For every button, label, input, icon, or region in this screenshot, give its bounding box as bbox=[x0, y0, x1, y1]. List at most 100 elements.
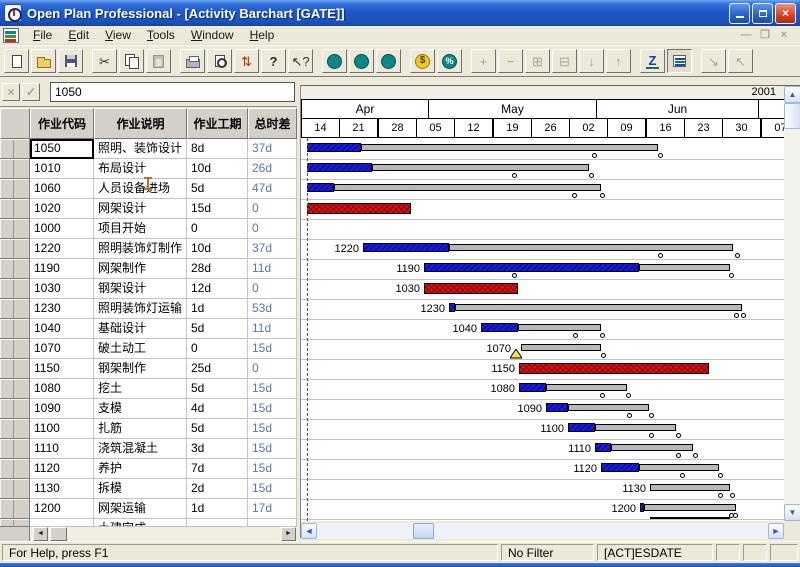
scrollbar-thumb[interactable] bbox=[50, 527, 67, 541]
gantt-bar-early[interactable] bbox=[363, 243, 449, 252]
cell-duration[interactable]: 4d bbox=[187, 399, 248, 419]
cell-total-float[interactable]: 0 bbox=[248, 279, 297, 299]
row-header[interactable] bbox=[0, 319, 30, 339]
chart-scroll-right-button[interactable]: ► bbox=[768, 523, 784, 539]
open-button[interactable] bbox=[31, 49, 56, 73]
network-view-button[interactable]: Z bbox=[640, 49, 665, 73]
menu-view[interactable]: View bbox=[97, 26, 139, 44]
cell-description[interactable]: 浇筑混凝土 bbox=[94, 439, 187, 459]
cell-code[interactable]: 1220 bbox=[30, 239, 94, 259]
chart-vscrollbar-thumb[interactable] bbox=[784, 103, 800, 129]
gantt-bar-float[interactable] bbox=[611, 444, 693, 451]
minimize-button[interactable] bbox=[729, 3, 750, 24]
cell-duration[interactable]: 10d bbox=[187, 239, 248, 259]
row-header[interactable] bbox=[0, 239, 30, 259]
cell-description[interactable]: 人员设备进场 bbox=[94, 179, 187, 199]
cell-duration[interactable]: 12d bbox=[187, 279, 248, 299]
cell-total-float[interactable]: 53d bbox=[248, 299, 297, 319]
gantt-bar-early[interactable] bbox=[546, 403, 568, 412]
mdi-close-button[interactable]: × bbox=[776, 29, 792, 42]
row-header[interactable] bbox=[0, 479, 30, 499]
barchart-view-button[interactable] bbox=[667, 49, 692, 73]
cost-button[interactable]: $ bbox=[410, 49, 435, 73]
cell-code[interactable]: 1050 bbox=[30, 139, 94, 159]
row-header[interactable] bbox=[0, 259, 30, 279]
column-header-3[interactable]: 作业工期 bbox=[187, 108, 248, 139]
gantt-bar-float[interactable] bbox=[455, 304, 742, 311]
gantt-bar-float[interactable] bbox=[334, 184, 601, 191]
cell-description[interactable]: 项目开始 bbox=[94, 219, 187, 239]
gantt-bar-early[interactable] bbox=[519, 383, 546, 392]
cut-button[interactable]: ✂ bbox=[92, 49, 117, 73]
cell-duration[interactable]: 25d bbox=[187, 359, 248, 379]
cell-description[interactable]: 照明、装饰设计 bbox=[94, 139, 187, 159]
sort-button[interactable]: ⇅ bbox=[234, 49, 259, 73]
cell-code[interactable]: 1040 bbox=[30, 319, 94, 339]
gantt-bar-float[interactable] bbox=[639, 264, 730, 271]
percent-complete-button[interactable]: % bbox=[437, 49, 462, 73]
cell-description[interactable]: 照明装饰灯制作 bbox=[94, 239, 187, 259]
cell-duration[interactable]: 2d bbox=[187, 479, 248, 499]
cell-duration[interactable]: 8d bbox=[187, 139, 248, 159]
cell-total-float[interactable]: 15d bbox=[248, 439, 297, 459]
cell-total-float[interactable]: 15d bbox=[248, 459, 297, 479]
chart-horizontal-scrollbar[interactable]: ◄ ► bbox=[301, 523, 784, 539]
cell-duration[interactable]: 28d bbox=[187, 259, 248, 279]
row-header[interactable] bbox=[0, 379, 30, 399]
chart-scroll-left-button[interactable]: ◄ bbox=[301, 523, 317, 539]
cell-description[interactable]: 网架运输 bbox=[94, 499, 187, 519]
cell-total-float[interactable]: 15d bbox=[248, 379, 297, 399]
print-button[interactable] bbox=[180, 49, 205, 73]
restore-button[interactable] bbox=[752, 3, 773, 24]
gantt-bar-float[interactable] bbox=[372, 164, 589, 171]
save-button[interactable] bbox=[58, 49, 83, 73]
cell-code[interactable]: 1010 bbox=[30, 159, 94, 179]
menu-edit[interactable]: Edit bbox=[60, 26, 97, 44]
cell-total-float[interactable]: 11d bbox=[248, 259, 297, 279]
chart-vertical-scrollbar[interactable]: ▲ ▼ bbox=[784, 86, 800, 521]
gantt-bar-float[interactable] bbox=[546, 384, 627, 391]
gantt-bar-critical[interactable] bbox=[307, 203, 411, 214]
cell-code[interactable]: 1070 bbox=[30, 339, 94, 359]
resource-button[interactable] bbox=[349, 49, 374, 73]
cell-duration[interactable]: 5d bbox=[187, 319, 248, 339]
row-header[interactable] bbox=[0, 199, 30, 219]
table-horizontal-scrollbar[interactable]: ◄ ► bbox=[0, 527, 297, 541]
chart-scroll-up-button[interactable]: ▲ bbox=[784, 86, 800, 103]
gantt-bar-early[interactable] bbox=[601, 463, 639, 472]
scroll-right-button[interactable]: ► bbox=[281, 527, 296, 541]
gantt-bar-early[interactable] bbox=[307, 143, 361, 152]
row-header[interactable] bbox=[0, 139, 30, 159]
row-header[interactable] bbox=[0, 459, 30, 479]
cell-description[interactable]: 养护 bbox=[94, 459, 187, 479]
cell-total-float[interactable]: 15d bbox=[248, 479, 297, 499]
cell-duration[interactable]: 5d bbox=[187, 379, 248, 399]
confirm-edit-button[interactable]: ✓ bbox=[22, 83, 40, 101]
cell-code[interactable]: 1000 bbox=[30, 219, 94, 239]
cell-code[interactable]: 1060 bbox=[30, 179, 94, 199]
cell-code[interactable]: 1110 bbox=[30, 439, 94, 459]
gantt-bar-early[interactable] bbox=[307, 163, 372, 172]
histogram-button[interactable] bbox=[376, 49, 401, 73]
gantt-bar-float[interactable] bbox=[521, 344, 601, 351]
gantt-bar-float[interactable] bbox=[518, 324, 601, 331]
cell-duration[interactable]: 5d bbox=[187, 419, 248, 439]
gantt-bar-critical[interactable] bbox=[519, 363, 709, 374]
gantt-bar-early[interactable] bbox=[595, 443, 611, 452]
gantt-bar-critical[interactable] bbox=[424, 283, 518, 294]
cell-description[interactable]: 扎筋 bbox=[94, 419, 187, 439]
cell-duration[interactable]: 1d bbox=[187, 499, 248, 519]
cell-code[interactable]: 1090 bbox=[30, 399, 94, 419]
cell-description[interactable]: 钢架设计 bbox=[94, 279, 187, 299]
cell-total-float[interactable]: 37d bbox=[248, 139, 297, 159]
cell-code[interactable]: 1190 bbox=[30, 259, 94, 279]
row-header[interactable] bbox=[0, 359, 30, 379]
cell-total-float[interactable]: 15d bbox=[248, 419, 297, 439]
cell-duration[interactable]: 5d bbox=[187, 179, 248, 199]
context-help-button[interactable]: ↖? bbox=[288, 49, 313, 73]
row-header[interactable] bbox=[0, 399, 30, 419]
gantt-bar-early[interactable] bbox=[424, 263, 639, 272]
cell-total-float[interactable]: 0 bbox=[248, 199, 297, 219]
cell-total-float[interactable]: 47d bbox=[248, 179, 297, 199]
help-button[interactable]: ? bbox=[261, 49, 286, 73]
